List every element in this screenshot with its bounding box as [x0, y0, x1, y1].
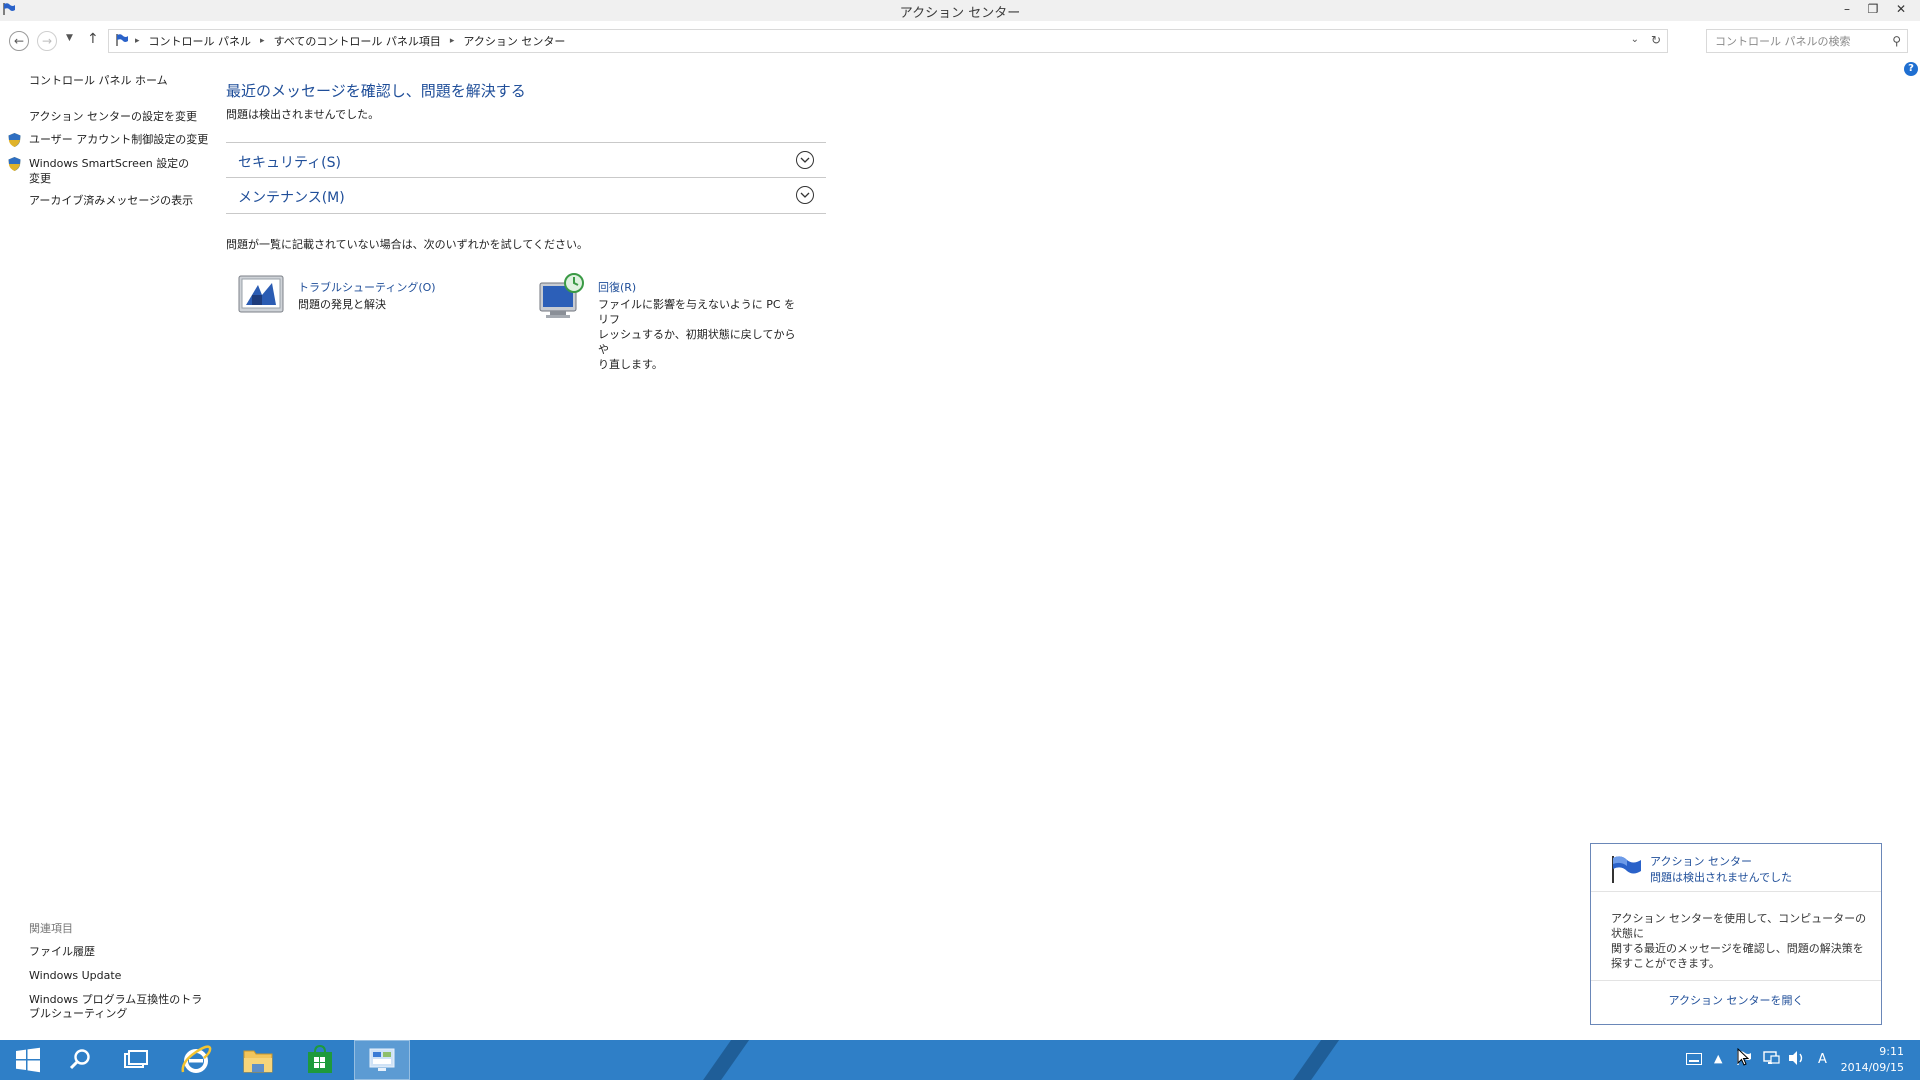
breadcrumb-control-panel[interactable]: コントロール パネル: [149, 33, 252, 49]
address-dropdown-icon[interactable]: ⌄: [1631, 34, 1639, 45]
volume-icon[interactable]: [1788, 1050, 1806, 1069]
sidebar-link-archived[interactable]: アーカイブ済みメッセージの表示: [29, 194, 193, 208]
related-title: 関連項目: [29, 922, 73, 935]
forward-arrow-icon[interactable]: →: [37, 31, 57, 51]
recovery-link[interactable]: 回復(R): [598, 279, 803, 295]
search-icon[interactable]: ⚲: [1892, 34, 1901, 48]
breadcrumb-all-items[interactable]: すべてのコントロール パネル項目: [274, 33, 441, 49]
related-link-compat[interactable]: Windows プログラム互換性のトラ: [29, 993, 209, 1007]
sidebar-link-home[interactable]: コントロール パネル ホーム: [29, 74, 168, 88]
sidebar-link-uac[interactable]: ユーザー アカウント制御設定の変更: [29, 133, 208, 147]
troubleshooting-icon[interactable]: [238, 275, 284, 318]
popup-title[interactable]: アクション センター: [1650, 853, 1752, 869]
up-arrow-icon[interactable]: ↑: [87, 31, 99, 47]
popup-subtitle[interactable]: 問題は検出されませんでした: [1650, 869, 1792, 885]
internet-explorer-icon: [181, 1045, 212, 1073]
control-panel-button[interactable]: [354, 1040, 410, 1080]
show-hidden-icons-icon[interactable]: ▲: [1714, 1052, 1722, 1065]
recovery-desc-line: ファイルに影響を与えないように PC をリフ: [598, 298, 796, 326]
windows-logo-icon: [16, 1047, 40, 1073]
status-text: 問題は検出されませんでした。: [226, 108, 380, 121]
breadcrumb-separator-icon[interactable]: ▸: [260, 36, 265, 46]
uac-shield-icon: [7, 156, 22, 172]
search-input[interactable]: コントロール パネルの検索 ⚲: [1706, 29, 1908, 53]
sidebar-link-change-settings[interactable]: アクション センターの設定を変更: [29, 110, 197, 124]
store-icon: [308, 1045, 332, 1073]
store-button[interactable]: [292, 1040, 348, 1080]
breadcrumb-separator-icon[interactable]: ▸: [450, 36, 455, 46]
page-title: 最近のメッセージを確認し、問題を解決する: [226, 82, 526, 100]
recovery-desc-line: り直します。: [598, 358, 663, 371]
recovery-tool[interactable]: 回復(R) ファイルに影響を与えないように PC をリフ レッシュするか、初期状…: [598, 279, 803, 372]
title-bar: アクション センター – ❐ ✕: [0, 0, 1920, 21]
related-section: 関連項目 ファイル履歴 Windows Update Windows プログラム…: [29, 920, 209, 1021]
section-security[interactable]: セキュリティ(S): [226, 142, 826, 178]
taskbar: ▲ A 9:11 2014/09/15: [0, 1040, 1920, 1080]
divider: [226, 213, 826, 214]
related-link-file-history[interactable]: ファイル履歴: [29, 945, 209, 959]
address-bar[interactable]: ▸ コントロール パネル ▸ すべてのコントロール パネル項目 ▸ アクション …: [108, 29, 1668, 53]
start-button[interactable]: [0, 1040, 56, 1080]
sidebar-link-smartscreen-cont[interactable]: 変更: [29, 172, 51, 186]
sidebar-link-smartscreen[interactable]: Windows SmartScreen 設定の: [29, 157, 189, 171]
minimize-icon[interactable]: –: [1834, 0, 1860, 18]
uac-shield-icon: [7, 132, 22, 148]
mouse-cursor-icon: [1737, 1047, 1750, 1069]
taskbar-decoration: [1286, 1040, 1342, 1080]
internet-explorer-button[interactable]: [168, 1040, 224, 1080]
related-link-compat-cont[interactable]: ブルシューティング: [29, 1007, 209, 1021]
task-view-icon: [124, 1050, 148, 1068]
chevron-down-icon[interactable]: [796, 186, 814, 204]
search-icon: [69, 1049, 90, 1070]
open-action-center-link[interactable]: アクション センターを開く: [1591, 980, 1881, 1024]
window-title: アクション センター: [899, 6, 1021, 21]
task-view-button[interactable]: [108, 1040, 164, 1080]
close-icon[interactable]: ✕: [1888, 0, 1914, 18]
clock-time: 9:11: [1879, 1045, 1904, 1058]
restore-icon[interactable]: ❐: [1860, 0, 1886, 18]
address-row: ← → ▼ ↑ ▸ コントロール パネル ▸ すべてのコントロール パネル項目 …: [0, 29, 1920, 53]
clock-date: 2014/09/15: [1840, 1061, 1904, 1074]
recovery-desc: ファイルに影響を与えないように PC をリフ レッシュするか、初期状態に戻してか…: [598, 297, 803, 372]
recent-locations-chevron-icon[interactable]: ▼: [66, 33, 73, 43]
popup-body-line: アクション センターを使用して、コンピューターの状態に: [1611, 912, 1867, 940]
action-center-popup: アクション センター 問題は検出されませんでした アクション センターを使用して…: [1590, 843, 1882, 1025]
network-icon[interactable]: [1762, 1050, 1780, 1069]
hint-text: 問題が一覧に記載されていない場合は、次のいずれかを試してください。: [226, 238, 589, 251]
breadcrumb-separator-icon[interactable]: ▸: [135, 36, 140, 46]
section-maintenance-label[interactable]: メンテナンス(M): [238, 187, 345, 207]
recovery-desc-line: レッシュするか、初期状態に戻してからや: [598, 328, 796, 356]
recovery-icon[interactable]: [536, 271, 586, 324]
folder-icon: [243, 1050, 273, 1073]
keyboard-icon[interactable]: [1686, 1053, 1702, 1068]
popup-body-line: 探すことができます。: [1611, 957, 1720, 970]
chevron-down-icon[interactable]: [796, 151, 814, 169]
taskbar-decoration: [696, 1040, 752, 1080]
clock[interactable]: 9:11 2014/09/15: [1841, 1044, 1904, 1076]
section-maintenance[interactable]: メンテナンス(M): [226, 177, 826, 213]
troubleshooting-link[interactable]: トラブルシューティング(O): [298, 279, 436, 295]
troubleshooting-desc: 問題の発見と解決: [298, 298, 386, 311]
flag-icon: [115, 33, 129, 50]
help-icon[interactable]: ?: [1904, 62, 1918, 76]
action-center-flag-icon: [1609, 854, 1643, 887]
refresh-icon[interactable]: ↻: [1651, 33, 1661, 47]
control-panel-icon: [369, 1048, 395, 1071]
search-placeholder: コントロール パネルの検索: [1715, 35, 1851, 48]
ime-indicator[interactable]: A: [1818, 1052, 1827, 1067]
file-explorer-button[interactable]: [230, 1040, 286, 1080]
popup-header: アクション センター 問題は検出されませんでした: [1591, 844, 1881, 892]
breadcrumb-action-center[interactable]: アクション センター: [463, 33, 565, 49]
search-button[interactable]: [52, 1040, 108, 1080]
back-arrow-icon[interactable]: ←: [9, 31, 29, 51]
popup-body-line: 関する最近のメッセージを確認し、問題の解決策を: [1611, 942, 1864, 955]
troubleshooting-tool[interactable]: トラブルシューティング(O) 問題の発見と解決: [298, 279, 436, 312]
related-link-windows-update[interactable]: Windows Update: [29, 969, 209, 983]
section-security-label[interactable]: セキュリティ(S): [238, 152, 341, 172]
popup-body: アクション センターを使用して、コンピューターの状態に 関する最近のメッセージを…: [1611, 911, 1869, 971]
